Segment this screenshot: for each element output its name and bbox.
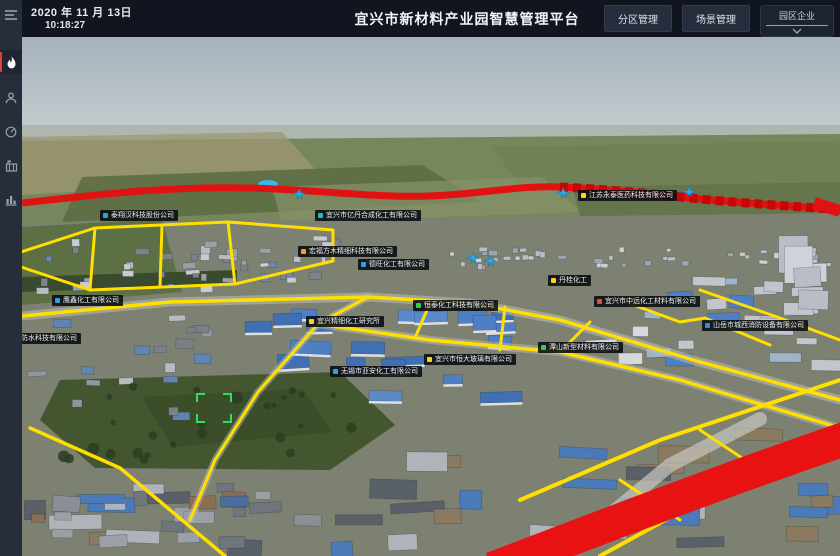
flame-icon [6,56,17,69]
company-marker-icon [55,298,60,303]
company-label-text: 宜兴市亿丹合成化工有限公司 [326,210,417,221]
company-label[interactable]: 宜兴市中远化工材料有限公司 [594,296,700,307]
company-marker-icon [551,278,556,283]
company-label-text: 江苏永泰医药科技有限公司 [589,190,673,201]
company-marker-icon [301,249,306,254]
company-label-text: 丹桂化工 [559,275,587,286]
plane-marker-icon[interactable] [292,187,306,199]
company-label-text: 恒泰化工科技有限公司 [424,300,494,311]
company-marker-icon [361,262,366,267]
map-label-layer: 泰翔汉科技股份公司 宜兴市亿丹合成化工有限公司宏福方木精细科技有限公司德旺化工有限… [22,37,840,556]
company-label[interactable]: 山岳市城西消防设备有限公司 [702,320,808,331]
header-date: 2020 年 11 月 13日 [31,4,132,20]
plane-marker-icon[interactable] [556,186,570,198]
menu-icon[interactable] [0,3,22,27]
company-label-text: 泰翔汉科技股份公司 [111,210,174,221]
sidebar-item-fire[interactable] [0,50,22,74]
company-label[interactable]: 丹桂化工 [548,275,591,286]
company-marker-icon [541,345,546,350]
company-marker-icon [581,193,586,198]
company-label-text: 德旺化工有限公司 [369,259,425,270]
company-label-text: 宜兴市中远化工材料有限公司 [605,296,696,307]
target-bracket [196,393,232,428]
header-time: 10:18:27 [45,20,85,31]
company-marker-icon [318,213,323,218]
park-enterprise-dropdown[interactable]: 园区企业 [760,5,834,37]
map-viewport[interactable]: 泰翔汉科技股份公司 宜兴市亿丹合成化工有限公司宏福方木精细科技有限公司德旺化工有限… [22,37,840,556]
company-label-text: 宏福方木精细科技有限公司 [309,246,393,257]
gauge-icon [5,126,17,138]
company-label[interactable]: 宏福方木精细科技有限公司 [298,246,397,257]
page-title: 宜兴市新材料产业园智慧管理平台 [355,9,580,29]
company-label-text: 山岳市城西消防设备有限公司 [713,320,804,331]
person-icon [5,92,17,104]
zone-management-button[interactable]: 分区管理 [604,5,672,32]
smart-park-platform: 2020 年 11 月 13日 10:18:27 宜兴市新材料产业园智慧管理平台… [0,0,840,556]
hamburger-icon [4,9,18,21]
company-label-text: 潭山新型材料有限公司 [549,342,619,353]
company-label[interactable]: 宜兴精细化工研究所 [306,316,384,327]
company-marker-icon [416,303,421,308]
company-label[interactable]: 宜兴市恒大玻璃有限公司 [424,354,516,365]
divider [766,25,828,26]
plane-marker-icon[interactable] [682,185,696,197]
company-label[interactable]: 无锡市亚安化工有限公司 [330,366,422,377]
company-label[interactable]: 江苏永泰医药科技有限公司 [578,190,677,201]
company-label-text: 宜兴防水科技有限公司 [22,333,77,344]
company-label-text: 鹰鑫化工有限公司 [63,295,119,306]
sidebar-item-factory[interactable] [0,154,22,178]
company-label[interactable]: 泰翔汉科技股份公司 [100,210,178,221]
bar-chart-icon [5,194,17,206]
header-actions: 分区管理 场景管理 园区企业 [604,5,834,37]
company-marker-icon [309,319,314,324]
sidebar-item-person[interactable] [0,86,22,110]
company-label[interactable]: 宜兴市亿丹合成化工有限公司 [315,210,421,221]
company-marker-icon [333,369,338,374]
company-marker-icon [103,213,108,218]
company-label[interactable]: 宜兴防水科技有限公司 [22,333,81,344]
plane-marker-icon[interactable] [483,254,497,266]
company-marker-icon [705,323,710,328]
company-label[interactable]: 恒泰化工科技有限公司 [413,300,498,311]
company-label-text: 无锡市亚安化工有限公司 [341,366,418,377]
sidebar [0,0,22,556]
company-label-text: 宜兴市恒大玻璃有限公司 [435,354,512,365]
sidebar-item-gauge[interactable] [0,120,22,144]
plane-marker-icon[interactable] [466,251,480,263]
sidebar-item-bar-chart[interactable] [0,188,22,212]
company-label[interactable]: 潭山新型材料有限公司 [538,342,623,353]
company-label[interactable]: 鹰鑫化工有限公司 [52,295,123,306]
dropdown-label: 园区企业 [779,9,815,22]
header: 2020 年 11 月 13日 10:18:27 宜兴市新材料产业园智慧管理平台… [22,0,840,37]
company-label[interactable]: 德旺化工有限公司 [358,259,429,270]
company-marker-icon [597,299,602,304]
chevron-down-icon [792,28,802,34]
company-label-text: 宜兴精细化工研究所 [317,316,380,327]
scene-management-button[interactable]: 场景管理 [682,5,750,32]
factory-icon [5,160,18,172]
company-marker-icon [427,357,432,362]
